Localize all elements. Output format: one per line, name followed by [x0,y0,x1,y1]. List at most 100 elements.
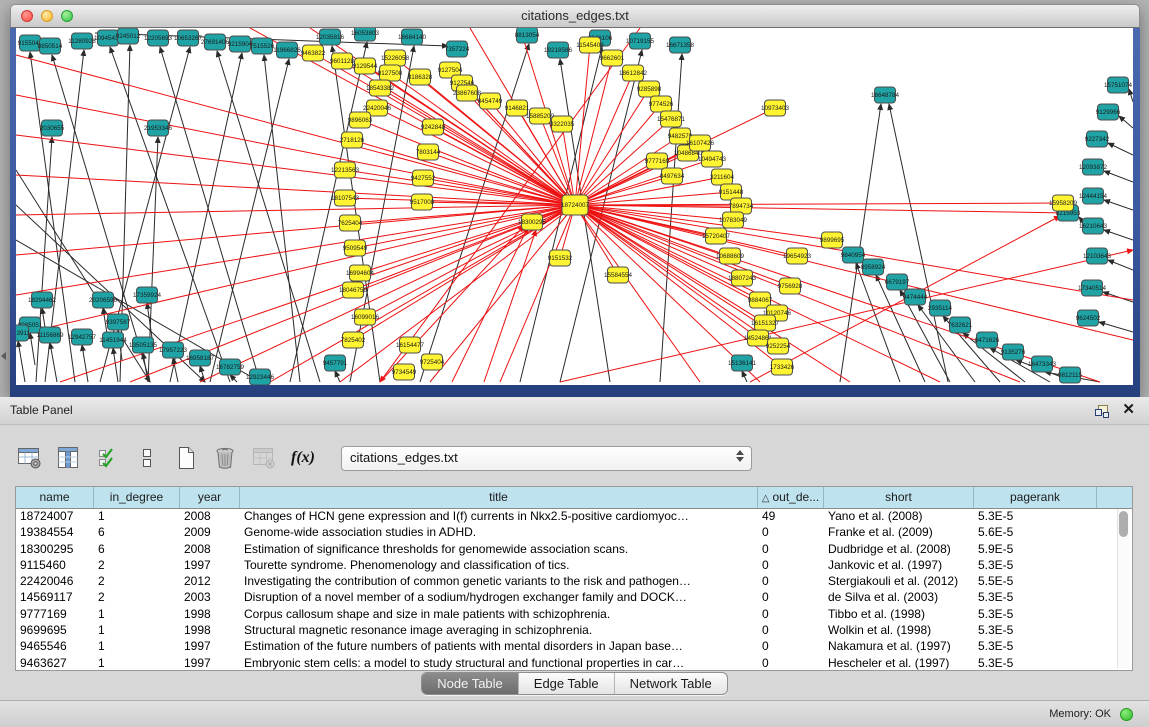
graph-node[interactable]: 15958209 [1049,195,1078,211]
graph-node[interactable]: 10653267 [174,30,203,46]
graph-node[interactable]: 9601128 [330,53,355,69]
graph-node[interactable]: 6679197 [885,274,910,290]
graph-node[interactable]: 7515526 [250,38,275,54]
select-all-icon[interactable] [93,442,123,474]
graph-node[interactable]: 18300295 [518,214,547,230]
table-row[interactable]: 911546021997Tourette syndrome. Phenomeno… [16,557,1118,573]
column-header-name[interactable]: name [16,487,94,508]
graph-node[interactable]: 12035816 [316,29,345,45]
graph-node[interactable]: 9463822 [301,45,326,61]
graph-node[interactable]: 9135276 [1001,344,1026,360]
minimize-window-icon[interactable] [41,10,53,22]
graph-node[interactable]: 16210643 [1079,218,1108,234]
graph-node[interactable]: 9245012 [116,28,141,44]
graph-node[interactable]: 15476871 [657,111,686,127]
float-panel-icon[interactable] [1095,405,1107,416]
graph-node[interactable]: 9127508 [378,65,403,81]
table-row[interactable]: 1456911722003Disruption of a novel membe… [16,589,1118,605]
graph-node[interactable]: 20206596 [89,292,118,308]
tab-node-table[interactable]: Node Table [422,673,518,694]
tab-network-table[interactable]: Network Table [614,673,727,694]
graph-node[interactable]: 7357224 [445,41,470,57]
graph-node[interactable]: 18294462 [28,292,57,308]
scrollbar-thumb[interactable] [1119,511,1128,537]
graph-node[interactable]: 9474444 [903,289,928,305]
graph-node[interactable]: 9840954 [841,247,866,263]
graph-node[interactable]: 9427552 [411,170,436,186]
graph-node[interactable]: 16782759 [216,359,245,375]
column-header-year[interactable]: year [180,487,240,508]
graph-node[interactable]: 9129544 [353,58,378,74]
graph-node[interactable]: 2030655 [40,120,65,136]
graph-node[interactable]: 12213563 [331,162,360,178]
graph-node[interactable]: 10688609 [716,248,745,264]
table-row[interactable]: 1938455462009Genome-wide association stu… [16,524,1118,540]
graph-node[interactable]: 16684140 [398,29,427,45]
clear-selection-icon[interactable] [132,442,162,474]
column-header-title[interactable]: title [240,487,758,508]
graph-node[interactable]: 17359924 [133,287,162,303]
column-header-pagerank[interactable]: pagerank [974,487,1097,508]
graph-node[interactable]: 11156869 [36,327,64,343]
graph-node[interactable]: 8471626 [975,332,1000,348]
table-row[interactable]: 2242004622012Investigating the contribut… [16,573,1118,589]
graph-node[interactable]: 9242848 [421,119,446,135]
graph-node[interactable]: 10783049 [719,212,748,228]
close-window-icon[interactable] [21,10,33,22]
graph-node[interactable]: 13505135 [129,337,158,353]
graph-node[interactable]: 12205693 [144,30,173,46]
graph-node[interactable]: 1733426 [770,359,795,375]
graph-node[interactable]: 9457791 [323,355,348,371]
graph-node[interactable]: 9812115 [1058,367,1083,383]
delete-table-icon[interactable] [210,442,240,474]
graph-node[interactable]: 10719155 [626,33,655,49]
column-header-short[interactable]: short [824,487,974,508]
graph-node[interactable]: 9252254 [766,338,791,354]
graph-node[interactable]: 8497634 [660,168,685,184]
graph-node[interactable]: 11545408 [576,37,604,53]
tab-edge-table[interactable]: Edge Table [518,673,614,694]
table-row[interactable]: 946554611997Estimation of the future num… [16,638,1118,654]
table-row[interactable]: 1830029562008Estimation of significance … [16,541,1118,557]
graph-node[interactable]: 16053803 [351,28,380,41]
graph-node[interactable]: 9662601 [600,50,625,66]
graph-node[interactable]: 16154477 [396,337,425,353]
graph-node[interactable]: 9151532 [548,250,573,266]
graph-node[interactable]: 16958187 [186,350,215,366]
network-canvas[interactable]: 9155046885051411280926109454389245012122… [16,28,1133,385]
function-builder-icon[interactable]: f(x) [288,442,318,474]
table-row[interactable]: 946362711997Embryonic stem cells: a mode… [16,655,1118,670]
column-header-in_degree[interactable]: in_degree [94,487,180,508]
graph-node[interactable]: 9397587 [106,314,131,330]
graph-node[interactable]: 19218586 [544,42,573,58]
graph-node[interactable]: 3211604 [710,169,735,185]
graph-node[interactable]: 12444154 [1079,188,1108,204]
graph-node[interactable]: 27691406 [201,34,230,50]
graph-node[interactable]: 16473343 [1028,356,1057,372]
table-row[interactable]: 977716911998Corpus callosum shape and si… [16,606,1118,622]
graph-node[interactable]: 18807243 [728,270,757,286]
graph-node[interactable]: 17340514 [1078,280,1107,296]
graph-node[interactable]: 15136141 [728,355,757,371]
graph-node[interactable]: 15751074 [1104,77,1133,93]
graph-node[interactable]: 9774526 [649,96,674,112]
graph-node[interactable]: 15584554 [604,267,633,283]
graph-node[interactable]: 9517008 [410,194,435,210]
graph-node[interactable]: 16671358 [666,37,695,53]
table-scrollbar[interactable] [1117,509,1130,668]
graph-node[interactable]: 9899695 [820,232,845,248]
graph-node[interactable]: 15720407 [702,228,731,244]
graph-node[interactable]: 12093872 [1079,159,1108,175]
graph-node[interactable]: 8813054 [515,28,540,43]
show-columns-icon[interactable] [54,442,84,474]
graph-node[interactable]: 12103643 [1083,248,1112,264]
graph-node[interactable]: 9756928 [778,278,803,294]
graph-node[interactable]: 18724007 [561,195,590,215]
graph-node[interactable]: 16648784 [871,87,900,103]
create-table-icon[interactable] [171,442,201,474]
graph-node[interactable]: 18046758 [339,282,368,298]
graph-node[interactable]: 9734549 [392,364,417,380]
panel-collapse-arrow[interactable] [1,352,6,360]
graph-node[interactable]: 12942757 [68,329,97,345]
column-header-out_de[interactable]: △out_de... [758,487,824,508]
